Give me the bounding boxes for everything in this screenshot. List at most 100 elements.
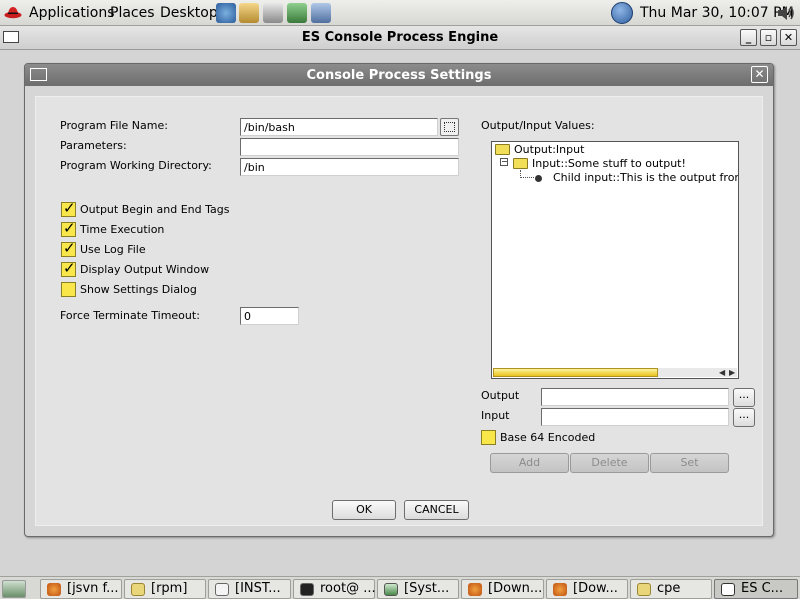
working-directory-label: Program Working Directory: — [60, 159, 212, 172]
dialog-titlebar[interactable]: Console Process Settings ✕ — [25, 64, 773, 86]
scrollbar-thumb[interactable] — [493, 368, 658, 377]
checkbox-label: Show Settings Dialog — [80, 283, 197, 296]
places-menu[interactable]: Places — [110, 5, 155, 21]
folder-open-icon — [513, 158, 528, 169]
taskbar-item-label: [Down... — [488, 581, 543, 596]
checkmark-icon: ✓ — [63, 239, 76, 257]
browser-launcher-icon[interactable] — [216, 3, 236, 23]
dialog-close-button[interactable]: ✕ — [751, 66, 768, 83]
tree-horizontal-scrollbar[interactable]: ◀ ▶ — [493, 368, 737, 377]
checkbox-label: Time Execution — [80, 223, 165, 236]
checkmark-icon: ✓ — [63, 199, 76, 217]
taskbar: [jsvn f... [rpm] [INST... root@ ... [Sys… — [0, 576, 800, 599]
close-window-button[interactable]: ✕ — [780, 29, 797, 46]
checkbox-box[interactable]: ✓ — [61, 239, 76, 257]
top-panel: Applications Places Desktop Thu Mar 30, … — [0, 0, 800, 26]
parameters-field[interactable] — [240, 138, 459, 156]
impress-launcher-icon[interactable] — [287, 3, 307, 23]
output-input-values-label: Output/Input Values: — [481, 119, 595, 132]
calc-launcher-icon[interactable] — [311, 3, 331, 23]
show-desktop-icon[interactable] — [2, 580, 26, 598]
applications-menu[interactable]: Applications — [29, 5, 115, 21]
minimize-button[interactable]: _ — [740, 29, 757, 46]
output-input-tree[interactable]: Output:Input − Input::Some stuff to outp… — [491, 141, 739, 379]
window-icon — [721, 583, 735, 596]
parameters-label: Parameters: — [60, 139, 127, 152]
taskbar-item[interactable]: [Dow... — [546, 579, 628, 599]
tree-connector — [520, 177, 534, 178]
folder-open-icon — [495, 144, 510, 155]
input-browse-button[interactable]: ... — [733, 408, 755, 427]
output-field[interactable] — [541, 388, 729, 406]
settings-dialog: Console Process Settings ✕ Program File … — [24, 63, 774, 537]
checkbox-box[interactable]: ✓ — [61, 259, 76, 277]
input-field[interactable] — [541, 408, 729, 426]
taskbar-item-label: [rpm] — [151, 581, 188, 596]
checkbox-box[interactable] — [61, 282, 76, 297]
checkbox-label: Base 64 Encoded — [500, 431, 596, 444]
writer-launcher-icon[interactable] — [263, 3, 283, 23]
taskbar-item-label: [Syst... — [404, 581, 450, 596]
taskbar-item[interactable]: [jsvn f... — [40, 579, 122, 599]
redhat-icon[interactable] — [4, 5, 22, 19]
taskbar-item[interactable]: cpe — [630, 579, 712, 599]
taskbar-item[interactable]: [INST... — [208, 579, 291, 599]
taskbar-item-label: cpe — [657, 581, 681, 596]
input-label: Input — [481, 409, 510, 422]
add-button[interactable]: Add — [490, 453, 569, 473]
clock[interactable]: Thu Mar 30, 10:07 PM — [640, 5, 794, 21]
taskbar-item-label: ES C... — [741, 581, 784, 596]
checkbox-box[interactable]: ✓ — [61, 199, 76, 217]
taskbar-item-label: [INST... — [235, 581, 281, 596]
mail-launcher-icon[interactable] — [239, 3, 259, 23]
program-file-field[interactable]: /bin/bash — [240, 118, 438, 136]
output-browse-button[interactable]: ... — [733, 388, 755, 407]
checkmark-icon: ✓ — [63, 259, 76, 277]
leaf-bullet-icon — [535, 175, 542, 182]
program-file-label: Program File Name: — [60, 119, 168, 132]
cancel-button[interactable]: CANCEL — [404, 500, 469, 520]
checkbox-box[interactable]: ✓ — [61, 219, 76, 237]
checkmark-icon: ✓ — [63, 219, 76, 237]
taskbar-item[interactable]: [Syst... — [377, 579, 459, 599]
folder-icon — [637, 583, 651, 596]
taskbar-item-label: [Dow... — [573, 581, 618, 596]
collapse-toggle-icon[interactable]: − — [500, 158, 508, 166]
taskbar-item[interactable]: [Down... — [461, 579, 544, 599]
set-button[interactable]: Set — [650, 453, 729, 473]
tree-node-label: Child input::This is the output from — [553, 171, 739, 184]
dialog-title: Console Process Settings — [306, 68, 492, 83]
ok-button[interactable]: OK — [332, 500, 396, 520]
timeout-label: Force Terminate Timeout: — [60, 309, 200, 322]
working-directory-field[interactable]: /bin — [240, 158, 459, 176]
tree-node-label: Input::Some stuff to output! — [532, 157, 686, 170]
firefox-icon — [553, 583, 567, 596]
main-window-title: ES Console Process Engine — [301, 30, 499, 45]
checkbox-label: Use Log File — [80, 243, 146, 256]
editor-icon — [215, 583, 229, 596]
taskbar-item[interactable]: [rpm] — [124, 579, 206, 599]
options-group: ✓ Output Begin and End Tags ✓ Time Execu… — [61, 199, 261, 301]
dialog-content: Program File Name: /bin/bash Parameters:… — [35, 96, 763, 526]
update-notifier-icon[interactable] — [611, 2, 633, 24]
timeout-field[interactable]: 0 — [240, 307, 299, 325]
scroll-right-icon[interactable]: ▶ — [729, 368, 735, 377]
folder-icon — [131, 583, 145, 596]
checkbox-box[interactable] — [481, 430, 496, 445]
main-window-titlebar[interactable]: ES Console Process Engine _ ▫ ✕ — [0, 26, 800, 50]
taskbar-item-active[interactable]: ES C... — [714, 579, 798, 599]
checkbox-label: Output Begin and End Tags — [80, 203, 230, 216]
scroll-left-icon[interactable]: ◀ — [719, 368, 725, 377]
browse-button[interactable] — [440, 118, 459, 136]
delete-button[interactable]: Delete — [570, 453, 649, 473]
tree-node-label: Output:Input — [514, 143, 585, 156]
output-label: Output — [481, 389, 520, 402]
system-monitor-icon — [384, 583, 398, 596]
taskbar-item[interactable]: root@ ... — [293, 579, 376, 599]
volume-icon[interactable] — [776, 4, 796, 22]
desktop-menu[interactable]: Desktop — [160, 5, 218, 21]
firefox-icon — [47, 583, 61, 596]
terminal-icon — [300, 583, 314, 596]
taskbar-item-label: [jsvn f... — [67, 581, 119, 596]
maximize-button[interactable]: ▫ — [760, 29, 777, 46]
